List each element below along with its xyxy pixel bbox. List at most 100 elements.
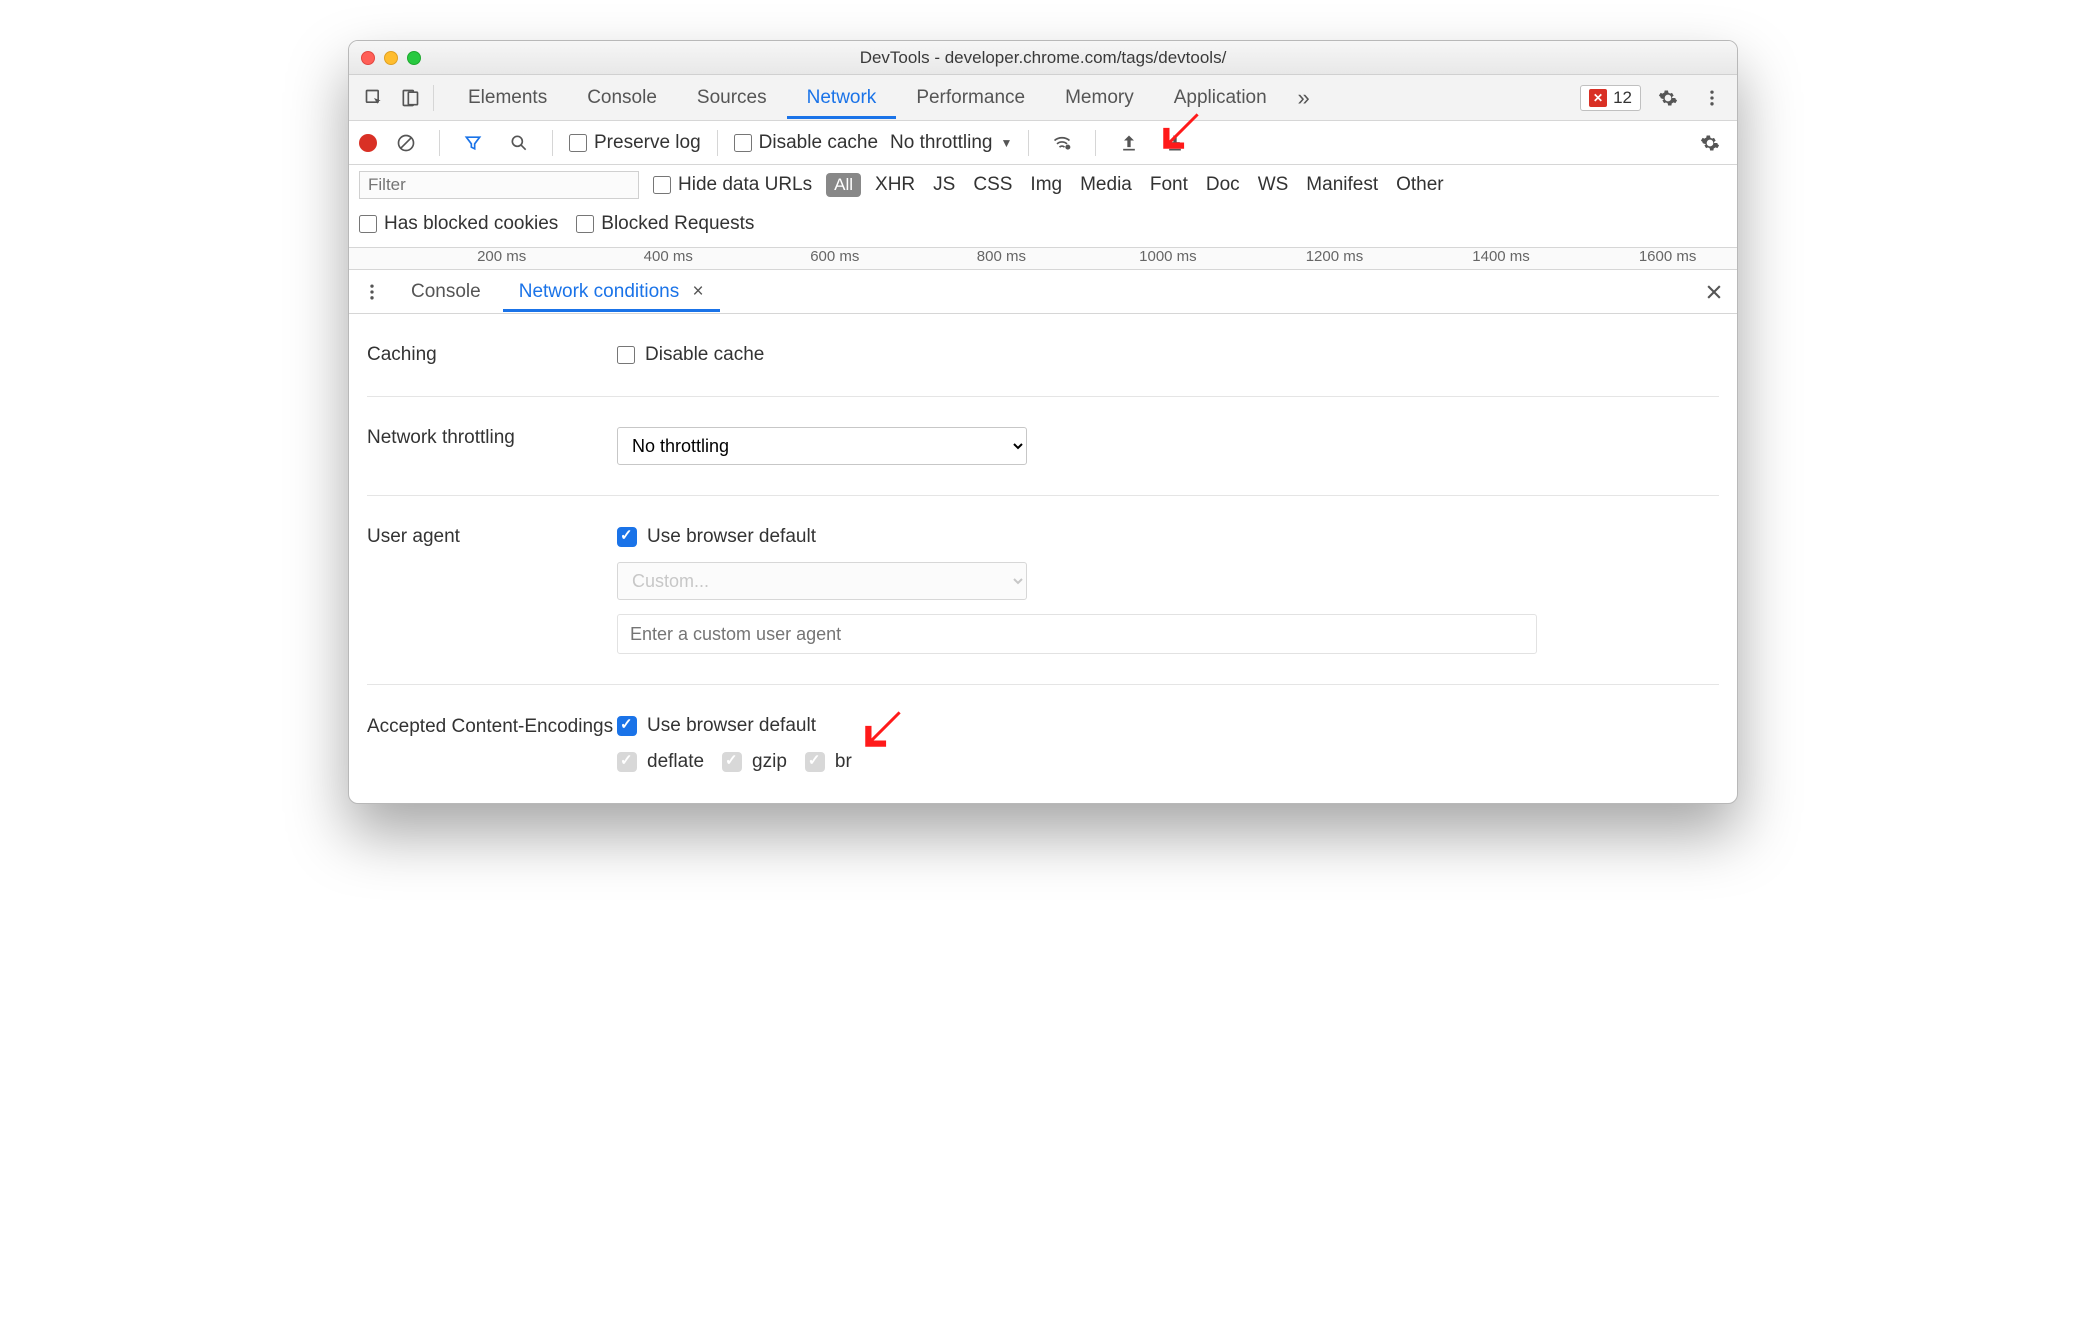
timeline-tick: 600 ms xyxy=(810,248,859,265)
section-throttling: Network throttling No throttling xyxy=(367,397,1719,496)
inspect-element-icon[interactable] xyxy=(357,81,391,115)
network-toolbar: Preserve log Disable cache No throttling… xyxy=(349,121,1737,165)
close-drawer-icon[interactable] xyxy=(1697,275,1731,309)
timeline-tick: 200 ms xyxy=(477,248,526,265)
timeline-tick: 1200 ms xyxy=(1306,248,1364,265)
main-tabs: Elements Console Sources Network Perform… xyxy=(448,77,1578,119)
ua-use-default-input[interactable] xyxy=(617,527,637,547)
filter-type-doc[interactable]: Doc xyxy=(1206,174,1240,196)
ua-use-default-checkbox[interactable]: Use browser default xyxy=(617,526,1719,548)
caching-label: Caching xyxy=(367,344,617,366)
settings-gear-icon[interactable] xyxy=(1651,81,1685,115)
section-encodings: Accepted Content-Encodings Use browser d… xyxy=(367,685,1719,803)
tab-performance[interactable]: Performance xyxy=(896,77,1045,119)
filter-type-all[interactable]: All xyxy=(826,173,861,197)
has-blocked-cookies-input[interactable] xyxy=(359,215,377,233)
titlebar: DevTools - developer.chrome.com/tags/dev… xyxy=(349,41,1737,75)
kebab-menu-icon[interactable] xyxy=(1695,81,1729,115)
enc-deflate-text: deflate xyxy=(647,751,704,773)
filter-type-manifest[interactable]: Manifest xyxy=(1306,174,1378,196)
tab-network[interactable]: Network xyxy=(787,77,897,119)
timeline-tick: 1600 ms xyxy=(1639,248,1697,265)
timeline-tick: 1000 ms xyxy=(1139,248,1197,265)
throttling-dropdown[interactable]: No throttling ▼ xyxy=(890,132,1012,154)
main-tabs-row: Elements Console Sources Network Perform… xyxy=(349,75,1737,121)
filter-type-js[interactable]: JS xyxy=(933,174,955,196)
tab-memory[interactable]: Memory xyxy=(1045,77,1154,119)
record-button[interactable] xyxy=(359,134,377,152)
divider xyxy=(552,130,553,156)
search-icon[interactable] xyxy=(502,126,536,160)
user-agent-label: User agent xyxy=(367,526,617,548)
drawer-tab-label: Network conditions xyxy=(519,281,680,302)
filter-type-font[interactable]: Font xyxy=(1150,174,1188,196)
timeline-tick: 400 ms xyxy=(644,248,693,265)
drawer-tab-network-conditions[interactable]: Network conditions × xyxy=(503,272,720,312)
encodings-options: deflate gzip br xyxy=(617,751,1719,773)
filter-type-ws[interactable]: WS xyxy=(1258,174,1289,196)
filter-input[interactable] xyxy=(359,171,639,199)
filter-type-xhr[interactable]: XHR xyxy=(875,174,915,196)
drawer-kebab-menu-icon[interactable] xyxy=(355,275,389,309)
timeline-tick: 1400 ms xyxy=(1472,248,1530,265)
has-blocked-cookies-label: Has blocked cookies xyxy=(384,213,558,235)
caching-disable-cache-checkbox[interactable]: Disable cache xyxy=(617,344,1719,366)
enc-gzip-input xyxy=(722,752,742,772)
disable-cache-checkbox[interactable]: Disable cache xyxy=(734,132,878,154)
preserve-log-input[interactable] xyxy=(569,134,587,152)
network-settings-gear-icon[interactable] xyxy=(1693,126,1727,160)
enc-gzip-text: gzip xyxy=(752,751,787,773)
hide-data-urls-checkbox[interactable]: Hide data URLs xyxy=(653,174,812,196)
filter-type-other[interactable]: Other xyxy=(1396,174,1444,196)
hide-data-urls-input[interactable] xyxy=(653,176,671,194)
enc-br-input xyxy=(805,752,825,772)
tab-sources[interactable]: Sources xyxy=(677,77,787,119)
drawer-tab-console[interactable]: Console xyxy=(395,272,497,312)
caching-disable-cache-input[interactable] xyxy=(617,346,635,364)
enc-br-checkbox: br xyxy=(805,751,852,773)
download-har-icon[interactable] xyxy=(1158,126,1192,160)
filter-type-css[interactable]: CSS xyxy=(973,174,1012,196)
throttling-select[interactable]: No throttling xyxy=(617,427,1027,465)
error-count-badge[interactable]: 12 xyxy=(1580,85,1641,111)
error-count: 12 xyxy=(1613,88,1632,108)
encodings-label: Accepted Content-Encodings xyxy=(367,715,617,740)
devtools-window: DevTools - developer.chrome.com/tags/dev… xyxy=(348,40,1738,804)
tab-console[interactable]: Console xyxy=(567,77,677,119)
ua-custom-input xyxy=(617,614,1537,654)
chevron-down-icon: ▼ xyxy=(1000,136,1012,150)
enc-use-default-input[interactable] xyxy=(617,716,637,736)
section-caching: Caching Disable cache xyxy=(367,314,1719,397)
filter-types: XHR JS CSS Img Media Font Doc WS Manifes… xyxy=(875,174,1444,196)
filter-type-media[interactable]: Media xyxy=(1080,174,1132,196)
drawer-tabs: Console Network conditions × xyxy=(349,270,1737,314)
blocked-requests-input[interactable] xyxy=(576,215,594,233)
upload-har-icon[interactable] xyxy=(1112,126,1146,160)
disable-cache-input[interactable] xyxy=(734,134,752,152)
blocked-requests-checkbox[interactable]: Blocked Requests xyxy=(576,213,754,235)
tab-application[interactable]: Application xyxy=(1154,77,1287,119)
tab-elements[interactable]: Elements xyxy=(448,77,567,119)
enc-deflate-checkbox: deflate xyxy=(617,751,704,773)
close-tab-icon[interactable]: × xyxy=(693,281,704,302)
network-conditions-icon[interactable] xyxy=(1045,126,1079,160)
timeline-tick: 800 ms xyxy=(977,248,1026,265)
blocked-requests-label: Blocked Requests xyxy=(601,213,754,235)
has-blocked-cookies-checkbox[interactable]: Has blocked cookies xyxy=(359,213,558,235)
hide-data-urls-label: Hide data URLs xyxy=(678,174,812,196)
filter-icon[interactable] xyxy=(456,126,490,160)
more-tabs-icon[interactable]: » xyxy=(1287,81,1321,115)
timeline-ruler[interactable]: 200 ms 400 ms 600 ms 800 ms 1000 ms 1200… xyxy=(349,248,1737,270)
enc-use-default-checkbox[interactable]: Use browser default xyxy=(617,715,1719,737)
filter-type-img[interactable]: Img xyxy=(1030,174,1062,196)
divider xyxy=(439,130,440,156)
preserve-log-checkbox[interactable]: Preserve log xyxy=(569,132,701,154)
ua-custom-select: Custom... xyxy=(617,562,1027,600)
throttling-label: Network throttling xyxy=(367,427,617,449)
filter-row-2: Has blocked cookies Blocked Requests xyxy=(349,209,1737,248)
clear-icon[interactable] xyxy=(389,126,423,160)
divider xyxy=(1095,130,1096,156)
network-conditions-panel: Caching Disable cache Network throttling… xyxy=(349,314,1737,803)
device-toolbar-icon[interactable] xyxy=(393,81,427,115)
enc-br-text: br xyxy=(835,751,852,773)
